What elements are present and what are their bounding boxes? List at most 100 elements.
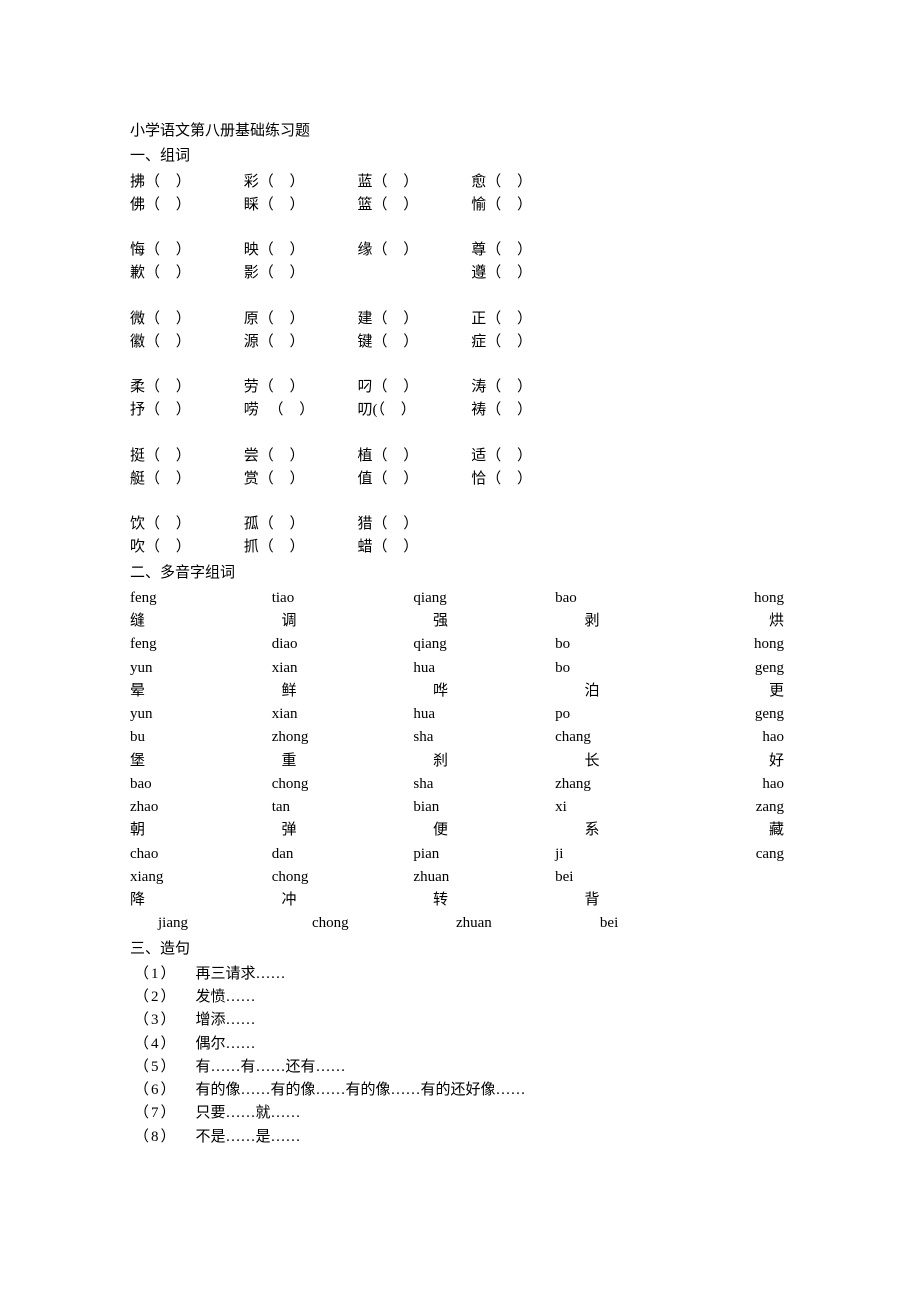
char: 尝 xyxy=(244,448,259,464)
hanzi: 弹 xyxy=(254,819,406,842)
cell: 唠 （ ） xyxy=(244,399,354,422)
paren: （ ） xyxy=(373,174,425,190)
pinyin: zhang xyxy=(555,773,697,796)
char: 蜡 xyxy=(358,539,373,555)
cell: 猎（ ） xyxy=(358,513,468,536)
sent-num: （1） xyxy=(134,963,178,986)
char: 键 xyxy=(358,334,373,350)
char: 抓 xyxy=(244,539,259,555)
cell: 微（ ） xyxy=(130,308,240,331)
char: 建 xyxy=(358,311,373,327)
g1-row: 艇（ ） 赏（ ） 值（ ） 恰（ ） xyxy=(130,468,790,491)
char: 值 xyxy=(358,471,373,487)
hanzi: 剥 xyxy=(557,610,709,633)
hanzi: 哗 xyxy=(405,680,557,703)
cell: 值（ ） xyxy=(358,468,468,491)
paren: （ ） xyxy=(145,539,197,555)
paren: （ ） xyxy=(145,174,197,190)
hanzi: 转 xyxy=(405,889,557,912)
pinyin: hao xyxy=(697,773,790,796)
sentence-item: （6）有的像……有的像……有的像……有的还好像…… xyxy=(130,1079,790,1102)
pinyin: bo xyxy=(555,633,697,656)
cell: 吹（ ） xyxy=(130,536,240,559)
char: 缘 xyxy=(358,242,373,258)
cell: 挺（ ） xyxy=(130,445,240,468)
cell: 建（ ） xyxy=(358,308,468,331)
g1-row: 挺（ ） 尝（ ） 植（ ） 适（ ） xyxy=(130,445,790,468)
sentence-item: （8）不是……是…… xyxy=(130,1126,790,1149)
cell: 源（ ） xyxy=(244,331,354,354)
sent-num: （3） xyxy=(134,1009,178,1032)
cell: 涛（ ） xyxy=(471,376,581,399)
char: 柔 xyxy=(130,379,145,395)
paren: （ ） xyxy=(378,402,422,418)
g1-row: 柔（ ） 劳（ ） 叼（ ） 涛（ ） xyxy=(130,376,790,399)
pinyin: hua xyxy=(413,657,555,680)
poly-row: 朝 弹 便 系 藏 xyxy=(130,819,790,842)
pinyin: chong xyxy=(272,773,414,796)
hanzi: 冲 xyxy=(254,889,406,912)
hanzi xyxy=(708,889,790,912)
sent-text: 不是……是…… xyxy=(196,1126,301,1149)
paren: （ ） xyxy=(373,379,425,395)
cell: 抓（ ） xyxy=(244,536,354,559)
char: 佛 xyxy=(130,197,145,213)
char: 原 xyxy=(244,311,259,327)
sentence-item: （3）增添…… xyxy=(130,1009,790,1032)
hanzi: 长 xyxy=(557,750,709,773)
hanzi: 便 xyxy=(405,819,557,842)
poly-row: yun xian hua po geng xyxy=(130,703,790,726)
cell: 症（ ） xyxy=(471,331,581,354)
paren: （ ） xyxy=(145,334,197,350)
cell: 叨(（ ） xyxy=(358,399,468,422)
group1-container: 拂（ ） 彩（ ） 蓝（ ） 愈（ ） 佛（ ） 睬（ ） 篮（ ） 愉（ ） … xyxy=(130,171,790,560)
char: 涛 xyxy=(471,379,486,395)
sentence-item: （7）只要……就…… xyxy=(130,1102,790,1125)
hanzi: 背 xyxy=(557,889,709,912)
section-3-heading: 三、造句 xyxy=(130,938,790,961)
pinyin: jiang xyxy=(130,912,272,935)
paren: （ ） xyxy=(145,311,197,327)
poly-row: feng tiao qiang bao hong xyxy=(130,587,790,610)
pinyin: zhong xyxy=(272,726,414,749)
cell: 遵（ ） xyxy=(471,262,581,285)
char: 症 xyxy=(471,334,486,350)
pinyin: xiang xyxy=(130,866,272,889)
paren: （ ） xyxy=(145,516,197,532)
pinyin: feng xyxy=(130,633,272,656)
paren: （ ） xyxy=(259,516,311,532)
cell: 愈（ ） xyxy=(471,171,581,194)
char: 拂 xyxy=(130,174,145,190)
pinyin: hao xyxy=(697,726,790,749)
paren: （ ） xyxy=(373,471,425,487)
hanzi: 调 xyxy=(254,610,406,633)
cell: 歉（ ） xyxy=(130,262,240,285)
paren: （ ） xyxy=(145,471,197,487)
paren: （ ） xyxy=(145,197,197,213)
pinyin: qiang xyxy=(413,587,555,610)
pinyin: chong xyxy=(272,912,426,935)
cell: 影（ ） xyxy=(244,262,354,285)
sentence-item: （4）偶尔…… xyxy=(130,1033,790,1056)
g1-row: 徽（ ） 源（ ） 键（ ） 症（ ） xyxy=(130,331,790,354)
char: 映 xyxy=(244,242,259,258)
char: 抒 xyxy=(130,402,145,418)
g1-row: 抒（ ） 唠 （ ） 叨(（ ） 祷（ ） xyxy=(130,399,790,422)
pinyin: cang xyxy=(697,843,790,866)
hanzi: 降 xyxy=(130,889,254,912)
cell: 缘（ ） xyxy=(358,239,468,262)
paren: （ ） xyxy=(486,379,538,395)
sent-num: （6） xyxy=(134,1079,178,1102)
paren: （ ） xyxy=(486,448,538,464)
pinyin: po xyxy=(555,703,697,726)
hanzi: 刹 xyxy=(405,750,557,773)
hanzi: 更 xyxy=(708,680,790,703)
sent-text: 只要……就…… xyxy=(196,1102,301,1125)
sent-text: 发愤…… xyxy=(196,986,256,1009)
hanzi: 缝 xyxy=(130,610,254,633)
cell: 蜡（ ） xyxy=(358,536,468,559)
paren: （ ） xyxy=(259,242,311,258)
cell: 恰（ ） xyxy=(471,468,581,491)
g1-row: 微（ ） 原（ ） 建（ ） 正（ ） xyxy=(130,308,790,331)
char: 劳 xyxy=(244,379,259,395)
